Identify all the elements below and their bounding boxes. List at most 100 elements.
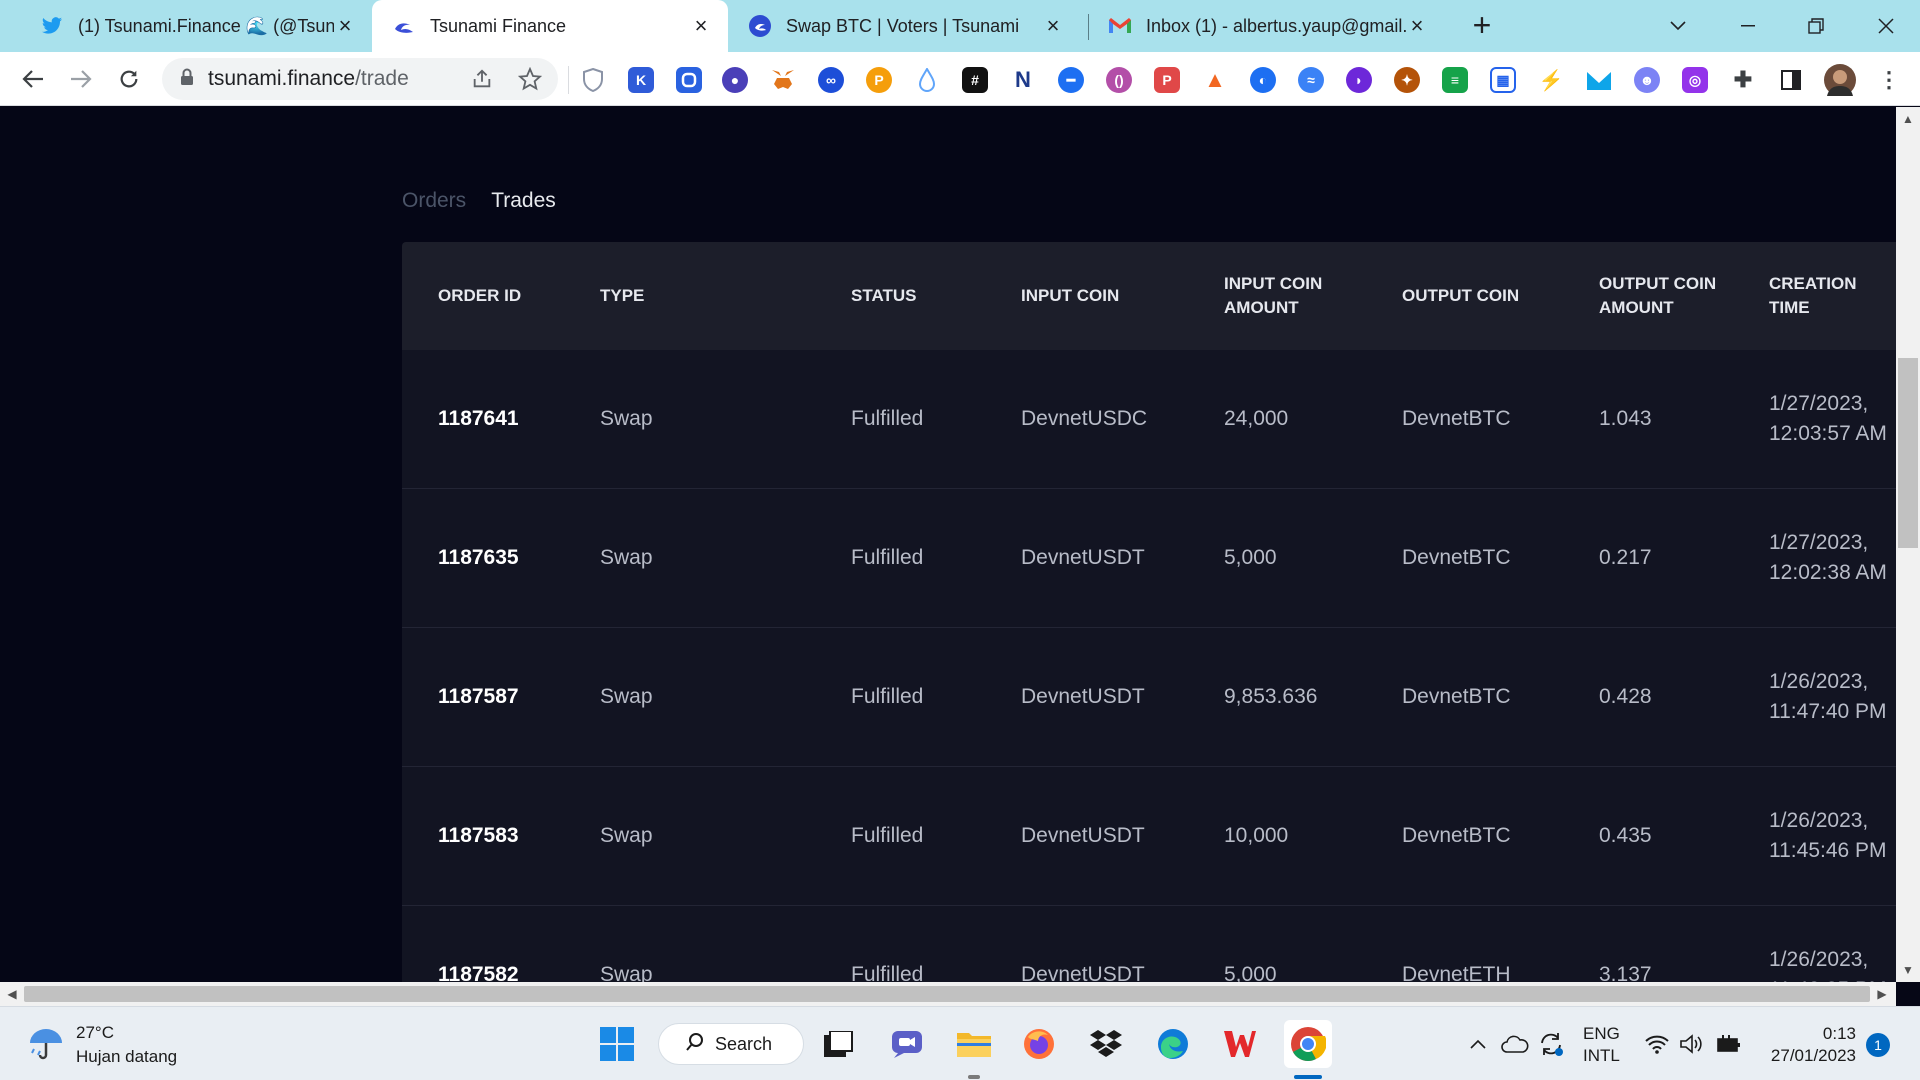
onedrive-cloud-icon[interactable] <box>1500 1029 1530 1059</box>
input-coin: DevnetUSDT <box>1021 546 1145 569</box>
badge-extension-icon[interactable]: ✦ <box>1394 67 1420 93</box>
more-menu-icon[interactable]: ⋮ <box>1876 67 1902 93</box>
close-tab-icon[interactable]: × <box>334 13 356 38</box>
address-bar[interactable]: tsunami.finance/trade <box>162 58 558 100</box>
clock-date: 27/01/2023 <box>1770 1046 1856 1065</box>
tab-trades[interactable]: Trades <box>491 189 556 213</box>
side-panel-icon[interactable] <box>1778 67 1804 93</box>
weather-widget[interactable]: 27°C Hujan datang <box>26 1021 177 1069</box>
task-view-icon[interactable] <box>818 1023 860 1065</box>
infinity-extension-icon[interactable]: ∞ <box>818 67 844 93</box>
close-tab-icon[interactable]: × <box>1042 13 1064 38</box>
coin-extension-icon[interactable]: P <box>866 67 892 93</box>
col-input-coin: INPUT COIN <box>1021 286 1120 305</box>
square-extension-icon[interactable]: ◎ <box>1682 67 1708 93</box>
stack-extension-icon[interactable]: ≡ <box>1442 67 1468 93</box>
table-row[interactable]: 1187582 Swap Fulfilled DevnetUSDT 5,000 … <box>402 906 1896 982</box>
input-amount: 9,853.636 <box>1224 685 1318 708</box>
tab-swap-btc[interactable]: Swap BTC | Voters | Tsunami × <box>728 0 1080 52</box>
k-extension-icon[interactable]: K <box>628 67 654 93</box>
creation-time: 1/27/2023, 12:03:57 AM <box>1769 392 1887 445</box>
share-icon[interactable] <box>470 67 494 91</box>
dropbox-icon[interactable] <box>1085 1023 1127 1065</box>
weather-description: Hujan datang <box>76 1047 178 1066</box>
taskbar-search[interactable]: Search <box>658 1023 804 1065</box>
blue-circle-extension-icon[interactable]: ━ <box>1058 67 1084 93</box>
scroll-left-arrow-icon[interactable]: ◀ <box>0 982 24 1006</box>
vertical-scroll-thumb[interactable] <box>1898 358 1918 548</box>
brackets-extension-icon[interactable]: () <box>1106 67 1132 93</box>
sync-icon[interactable] <box>1536 1029 1566 1059</box>
close-tab-icon[interactable]: × <box>1406 13 1428 38</box>
table-row[interactable]: 1187583 Swap Fulfilled DevnetUSDT 10,000… <box>402 767 1896 906</box>
battery-charging-icon[interactable] <box>1714 1029 1744 1059</box>
d-extension-icon[interactable] <box>676 67 702 93</box>
tab-search-chevron-icon[interactable] <box>1658 8 1698 44</box>
cat-extension-icon[interactable]: ☻ <box>1634 67 1660 93</box>
table-row[interactable]: 1187641 Swap Fulfilled DevnetUSDC 24,000… <box>402 350 1896 489</box>
screen: (1) Tsunami.Finance 🌊 (@Tsunami_Finance)… <box>0 0 1920 1080</box>
reload-icon[interactable] <box>112 62 146 96</box>
teams-chat-icon[interactable] <box>886 1023 928 1065</box>
swirl-extension-icon[interactable]: ◐ <box>1250 67 1276 93</box>
wifi-icon[interactable] <box>1642 1029 1672 1059</box>
clock-time: 0:13 <box>1822 1024 1856 1043</box>
arrow-extension-icon[interactable]: ▲ <box>1202 67 1228 93</box>
bookmark-star-icon[interactable] <box>518 67 542 91</box>
system-clock[interactable]: 0:13 27/01/2023 <box>1764 1023 1856 1067</box>
calendar-extension-icon[interactable]: ▦ <box>1490 67 1516 93</box>
output-amount: 0.435 <box>1599 824 1652 847</box>
tab-twitter[interactable]: (1) Tsunami.Finance 🌊 (@Tsunami_Finance)… <box>20 0 372 52</box>
metamask-fox-icon[interactable] <box>770 67 796 93</box>
purple-extension-icon[interactable]: ◗ <box>1346 67 1372 93</box>
bolt-extension-icon[interactable]: ⚡ <box>1538 67 1564 93</box>
file-explorer-icon[interactable] <box>953 1023 995 1065</box>
gmail-icon <box>1108 14 1132 38</box>
wps-office-icon[interactable] <box>1219 1023 1261 1065</box>
firefox-icon[interactable] <box>1018 1023 1060 1065</box>
tab-gmail-inbox[interactable]: Inbox (1) - albertus.yaup@gmail.com × <box>1088 0 1444 52</box>
back-arrow-icon[interactable] <box>16 62 50 96</box>
minimize-icon[interactable] <box>1728 8 1768 44</box>
new-tab-button[interactable]: + <box>1466 9 1498 42</box>
droplet-extension-icon[interactable] <box>914 67 940 93</box>
shield-extension-icon[interactable] <box>580 67 606 93</box>
close-window-icon[interactable] <box>1866 8 1906 44</box>
scroll-down-arrow-icon[interactable]: ▼ <box>1896 960 1920 980</box>
notification-badge[interactable]: 1 <box>1866 1033 1890 1057</box>
output-amount: 0.217 <box>1599 546 1652 569</box>
forward-arrow-icon[interactable] <box>64 62 98 96</box>
wave-extension-icon[interactable]: ≈ <box>1298 67 1324 93</box>
edge-browser-icon[interactable] <box>1152 1023 1194 1065</box>
restore-icon[interactable] <box>1796 8 1836 44</box>
ghost-extension-icon[interactable]: ● <box>722 67 748 93</box>
chrome-icon[interactable] <box>1284 1020 1332 1068</box>
tab-orders[interactable]: Orders <box>402 189 466 213</box>
n-extension-icon[interactable]: N <box>1010 67 1036 93</box>
twitter-icon <box>40 14 64 38</box>
order-status: Fulfilled <box>851 685 924 708</box>
grid-extension-icon[interactable]: # <box>962 67 988 93</box>
input-amount: 24,000 <box>1224 407 1289 430</box>
table-row[interactable]: 1187635 Swap Fulfilled DevnetUSDT 5,000 … <box>402 489 1896 628</box>
tab-tsunami-finance[interactable]: Tsunami Finance × <box>372 0 728 52</box>
toolbar-separator <box>568 66 569 94</box>
extensions-puzzle-icon[interactable]: ✚ <box>1730 67 1756 93</box>
output-coin: DevnetBTC <box>1402 685 1511 708</box>
profile-avatar[interactable] <box>1824 64 1856 96</box>
horizontal-scroll-thumb[interactable] <box>24 986 1870 1002</box>
output-amount: 1.043 <box>1599 407 1652 430</box>
p-extension-icon[interactable]: P <box>1154 67 1180 93</box>
scroll-up-arrow-icon[interactable]: ▲ <box>1896 109 1920 129</box>
close-tab-icon[interactable]: × <box>690 13 712 38</box>
language-indicator[interactable]: ENG INTL <box>1583 1023 1620 1067</box>
scroll-right-arrow-icon[interactable]: ▶ <box>1870 982 1894 1006</box>
windows-start-icon[interactable] <box>596 1023 638 1065</box>
volume-icon[interactable] <box>1676 1029 1706 1059</box>
show-hidden-icons-chevron-icon[interactable] <box>1466 1029 1490 1059</box>
weather-temp: 27°C <box>76 1023 114 1042</box>
order-status: Fulfilled <box>851 824 924 847</box>
m-extension-icon[interactable] <box>1586 67 1612 93</box>
input-coin: DevnetUSDT <box>1021 685 1145 708</box>
table-row[interactable]: 1187587 Swap Fulfilled DevnetUSDT 9,853.… <box>402 628 1896 767</box>
